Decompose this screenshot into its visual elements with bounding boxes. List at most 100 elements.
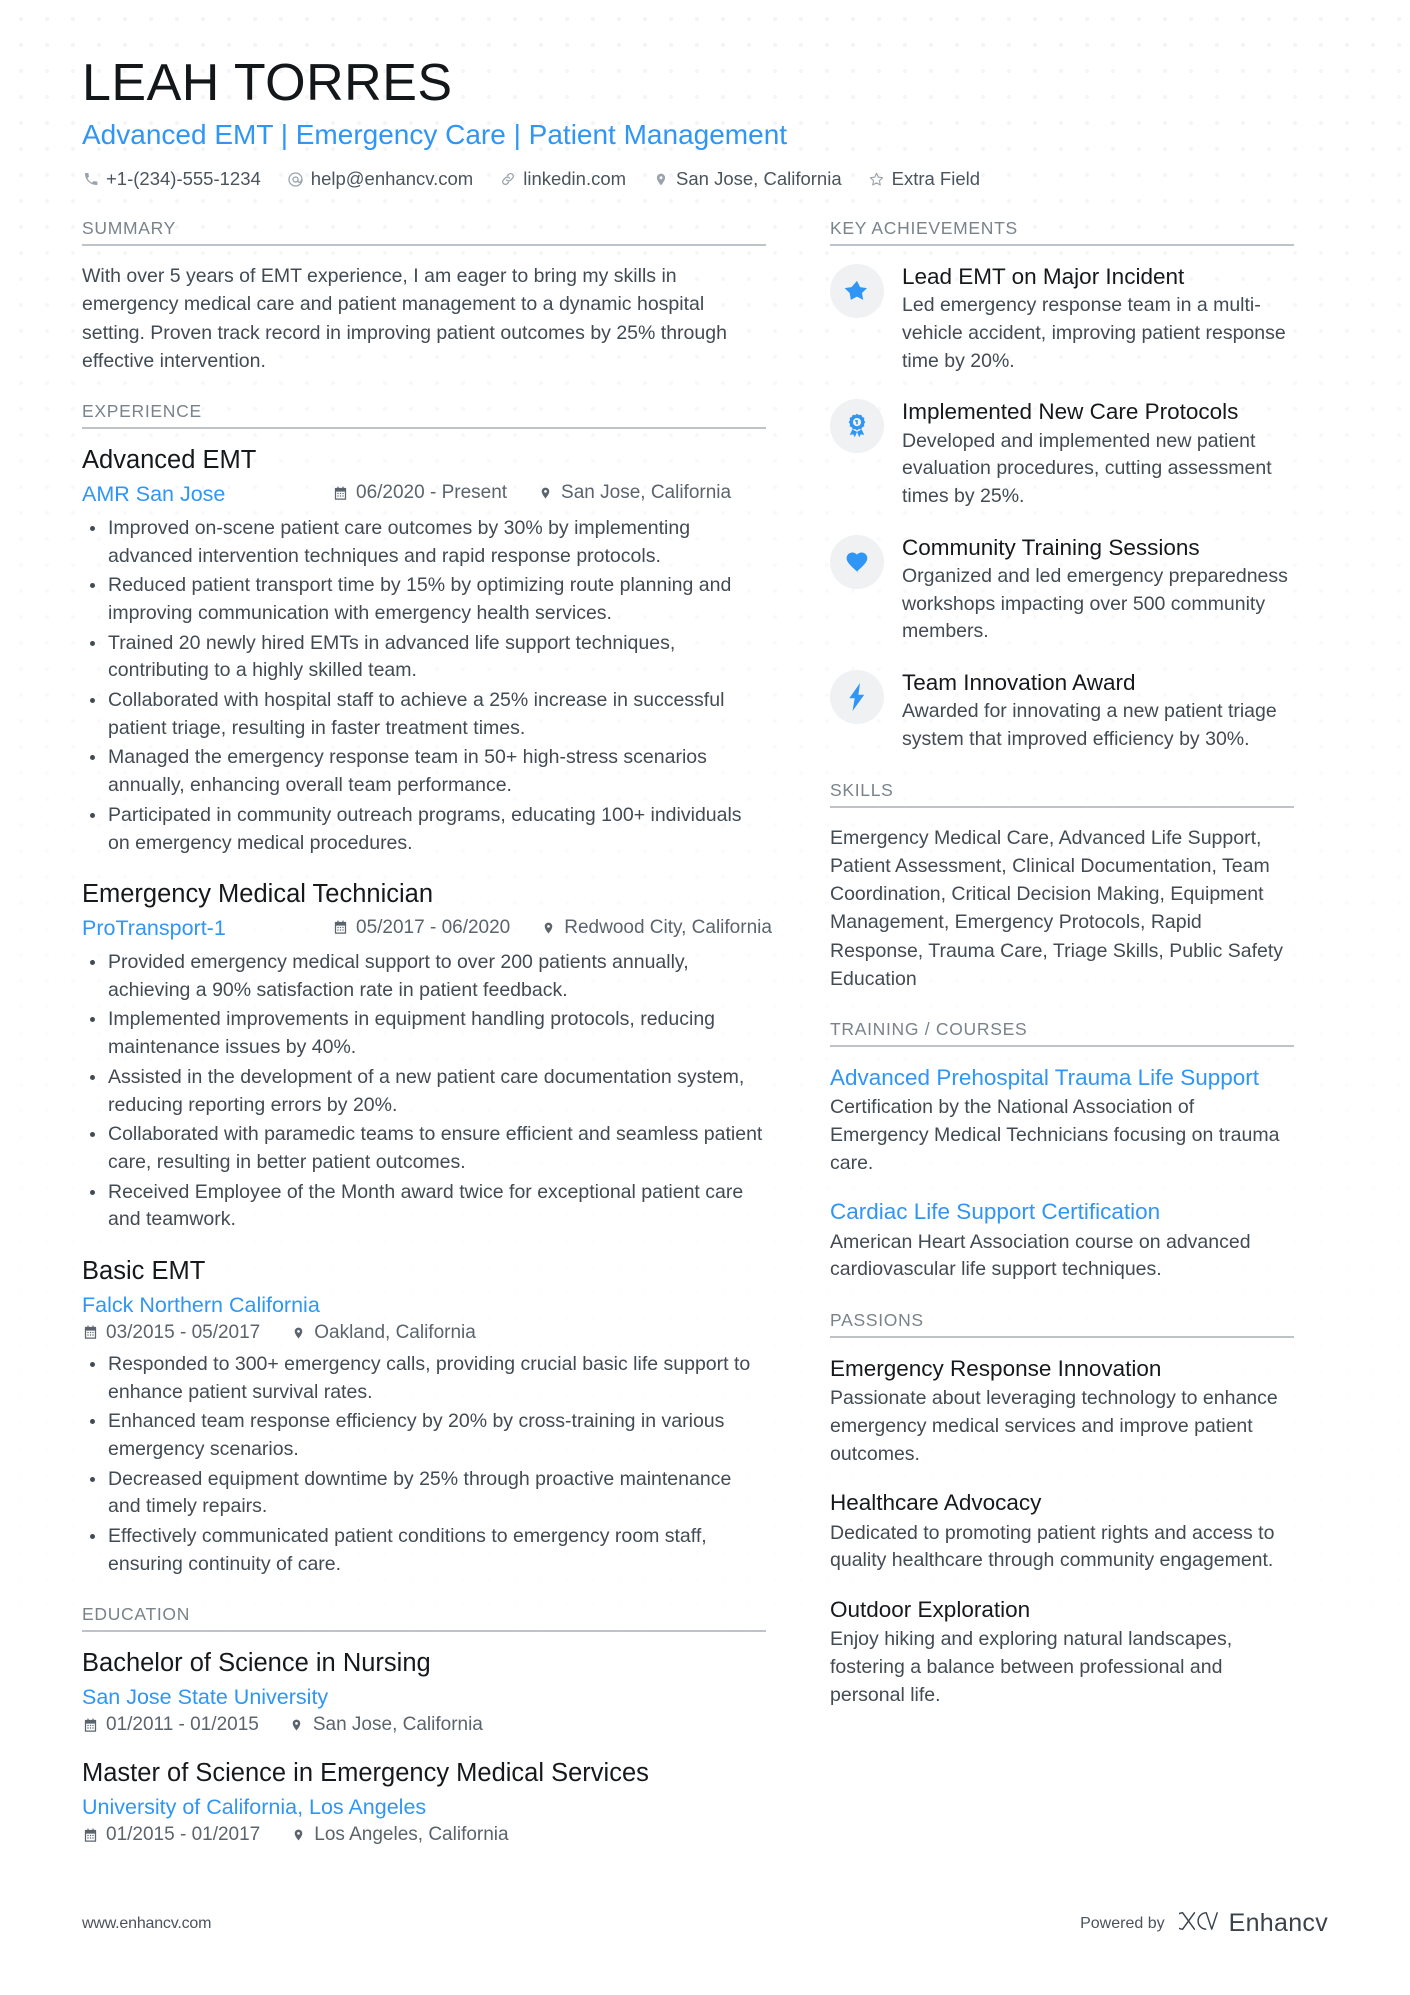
section-divider [830,1045,1294,1048]
location-pin-icon [290,1325,306,1341]
contact-link[interactable]: linkedin.com [499,166,626,192]
location-pin-icon [652,171,669,188]
calendar-icon [82,1717,98,1733]
passion-name: Healthcare Advocacy [830,1490,1042,1516]
job-bullets: Improved on-scene patient care outcomes … [82,515,766,857]
contact-phone[interactable]: +1-(234)-555-1234 [82,166,261,192]
job-location-text: Redwood City, California [564,916,772,938]
candidate-name: LEAH TORRES [82,54,453,112]
contact-link-text: linkedin.com [523,168,627,190]
calendar-icon [82,1827,98,1843]
achievement-badge [830,534,884,589]
job-company[interactable]: ProTransport-1 [82,916,226,940]
resume-content: LEAH TORRES Advanced EMT | Emergency Car… [0,0,1410,1853]
achievement-desc: Awarded for innovating a new patient tri… [902,700,1277,750]
job-bullet: Provided emergency medical support to ov… [82,949,766,1004]
education-dates: 01/2011 - 01/2015 [82,1714,259,1736]
job-bullet: Reduced patient transport time by 15% by… [82,572,766,627]
skills-text: Emergency Medical Care, Advanced Life Su… [830,826,1284,990]
education-location: San Jose, California [289,1714,483,1736]
contact-row: +1-(234)-555-1234 help@enhancv.com linke… [82,166,1328,192]
contact-email[interactable]: help@enhancv.com [287,166,473,192]
job-location-text: Oakland, California [314,1321,476,1343]
job-company[interactable]: Falck Northern California [82,1293,320,1317]
job-dates: 05/2017 - 06/2020 [332,917,510,939]
link-icon [499,171,516,188]
job-location: Oakland, California [290,1322,476,1344]
school-name[interactable]: San Jose State University [82,1685,328,1709]
job-role: Emergency Medical Technician [82,880,434,909]
job-bullet: Responded to 300+ emergency calls, provi… [82,1351,766,1406]
job-meta-row: ProTransport-1 05/2017 - 06/2020 Redwood… [82,914,772,943]
enhancv-brand-name: Enhancv [1228,1909,1328,1937]
job-bullet: Managed the emergency response team in 5… [82,744,766,799]
left-column: SUMMARY With over 5 years of EMT experie… [82,218,800,1853]
section-divider [830,805,1294,808]
calendar-icon [332,485,348,501]
job-bullet: Collaborated with hospital staff to achi… [82,687,766,742]
job-dates-text: 05/2017 - 06/2020 [356,916,511,938]
training-name[interactable]: Advanced Prehospital Trauma Life Support [830,1063,1294,1092]
job-role: Basic EMT [82,1256,206,1285]
education-dates-text: 01/2011 - 01/2015 [106,1714,259,1736]
contact-email-text: help@enhancv.com [310,168,474,190]
section-divider [82,244,766,246]
achievement-item: Community Training Sessions Organized an… [830,533,1294,646]
footer-website-url[interactable]: www.enhancv.com [82,1915,211,1933]
job-bullet: Decreased equipment downtime by 25% thro… [82,1466,766,1521]
job-bullet: Trained 20 newly hired EMTs in advanced … [82,630,766,685]
training-name[interactable]: Cardiac Life Support Certification [830,1197,1294,1226]
job-bullet: Participated in community outreach progr… [82,802,766,857]
job-company[interactable]: AMR San Jose [82,482,225,506]
education-dates-text: 01/2015 - 01/2017 [106,1824,261,1846]
job-bullet: Effectively communicated patient conditi… [82,1523,766,1578]
section-summary-title: SUMMARY [82,218,177,238]
experience-entry: Emergency Medical Technician ProTranspor… [82,879,772,1234]
achievement-title: Team Innovation Award [902,669,1136,695]
summary-text: With over 5 years of EMT experience, I a… [82,265,727,372]
achievement-item: Team Innovation Award Awarded for innova… [830,668,1294,754]
section-training-courses: TRAINING / COURSES Advanced Prehospital … [830,1019,1294,1284]
candidate-headline: Advanced EMT | Emergency Care | Patient … [82,119,788,151]
email-icon [287,171,304,188]
phone-icon [82,171,99,188]
right-column: KEY ACHIEVEMENTS Lead EMT on Major Incid… [800,218,1294,1713]
job-dates: 03/2015 - 05/2017 [82,1322,260,1344]
job-meta-row: AMR San Jose 06/2020 - Present San Jose,… [82,480,766,509]
achievement-title: Community Training Sessions [902,534,1200,560]
location-pin-icon [540,920,556,936]
footer-branding: Powered by Enhancv [1080,1908,1328,1939]
passion-item: Emergency Response Innovation Passionate… [830,1354,1294,1468]
job-bullet: Received Employee of the Month award twi… [82,1179,766,1234]
resume-footer: www.enhancv.com Powered by Enhancv [0,1908,1410,1939]
training-desc: Certification by the National Associatio… [830,1096,1280,1174]
section-divider [830,1336,1294,1339]
section-training-courses-title: TRAINING / COURSES [830,1019,1028,1040]
enhancv-brand[interactable]: Enhancv [1173,1908,1328,1939]
calendar-icon [332,920,348,936]
experience-entry: Advanced EMT AMR San Jose 06/2020 - Pres… [82,445,766,857]
location-pin-icon [289,1717,305,1733]
passion-desc: Passionate about leveraging technology t… [830,1387,1278,1465]
section-experience: EXPERIENCE Advanced EMT AMR San Jose 06/… [82,401,772,1578]
achievement-desc: Developed and implemented new patient ev… [902,429,1272,507]
training-desc: American Heart Association course on adv… [830,1230,1251,1281]
contact-extra-field-text: Extra Field [891,168,981,190]
achievement-desc: Led emergency response team in a multi-v… [902,294,1286,372]
job-role: Advanced EMT [82,446,257,475]
contact-location: San Jose, California [652,166,842,192]
education-meta-row: 01/2015 - 01/2017 Los Angeles, Californi… [82,1824,766,1846]
job-bullet: Enhanced team response efficiency by 20%… [82,1408,766,1463]
passion-item: Healthcare Advocacy Dedicated to promoti… [830,1488,1294,1575]
achievement-badge [830,264,884,318]
job-bullet: Collaborated with paramedic teams to ens… [82,1121,766,1176]
job-bullet: Improved on-scene patient care outcomes … [82,515,766,570]
resume-header: LEAH TORRES Advanced EMT | Emergency Car… [82,54,1328,192]
enhancv-logo-icon [1173,1908,1219,1939]
resume-columns: SUMMARY With over 5 years of EMT experie… [82,218,1328,1853]
section-divider [82,1630,766,1633]
section-passions: PASSIONS Emergency Response Innovation P… [830,1310,1294,1709]
achievement-item: Lead EMT on Major Incident Led emergency… [830,262,1294,375]
passion-desc: Enjoy hiking and exploring natural lands… [830,1628,1233,1706]
school-name[interactable]: University of California, Los Angeles [82,1795,426,1819]
